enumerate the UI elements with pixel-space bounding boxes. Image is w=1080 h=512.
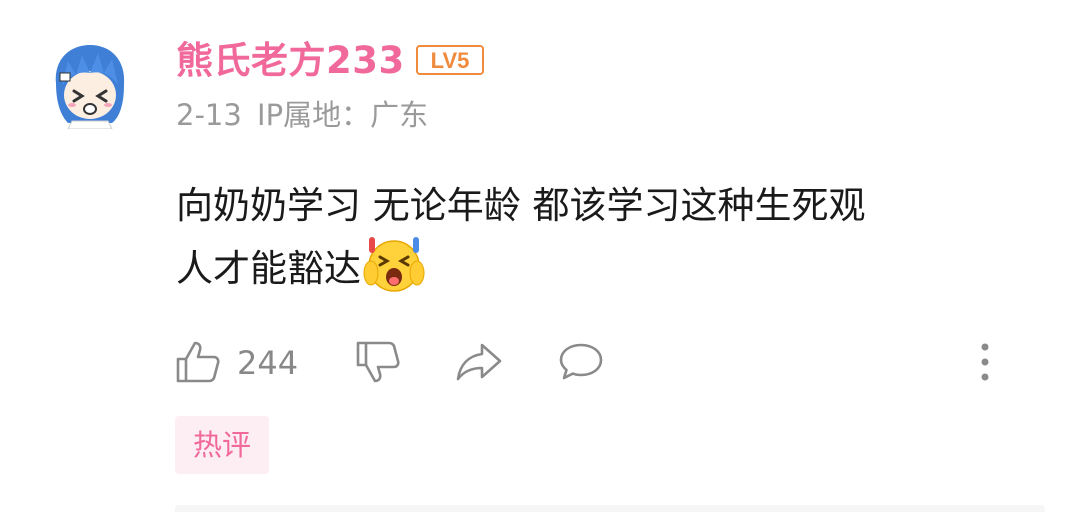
hot-comment-tag: 热评 <box>175 416 269 474</box>
level-badge-text: LV5 <box>431 48 470 73</box>
ip-location: IP属地：广东 <box>257 98 429 132</box>
level-badge-icon: LV5 <box>416 45 484 75</box>
thumbs-down-icon[interactable] <box>355 339 401 385</box>
username[interactable]: 熊氏老方233 <box>176 36 405 86</box>
like-count: 244 <box>237 344 299 382</box>
avatar[interactable] <box>50 43 128 130</box>
thumbs-up-icon[interactable] <box>175 339 221 385</box>
reply-preview-box <box>175 505 1045 512</box>
comment-icon[interactable] <box>558 339 604 385</box>
comment-date: 2-13 <box>176 98 242 132</box>
comment-text: 向奶奶学习 无论年龄 都该学习这种生死观 人才能豁达 <box>176 178 1036 296</box>
more-icon[interactable] <box>962 339 1008 385</box>
shocked-face-emoji-icon <box>363 233 425 295</box>
action-bar: 244 <box>0 335 1080 389</box>
comment-text-line-2: 人才能豁达 <box>176 233 1036 296</box>
comment-meta: 2-13 IP属地：广东 <box>176 95 434 135</box>
comment-text-line-1: 向奶奶学习 无论年龄 都该学习这种生死观 <box>176 184 866 227</box>
comment-text-line-2-text: 人才能豁达 <box>176 247 361 290</box>
share-icon[interactable] <box>456 339 502 385</box>
